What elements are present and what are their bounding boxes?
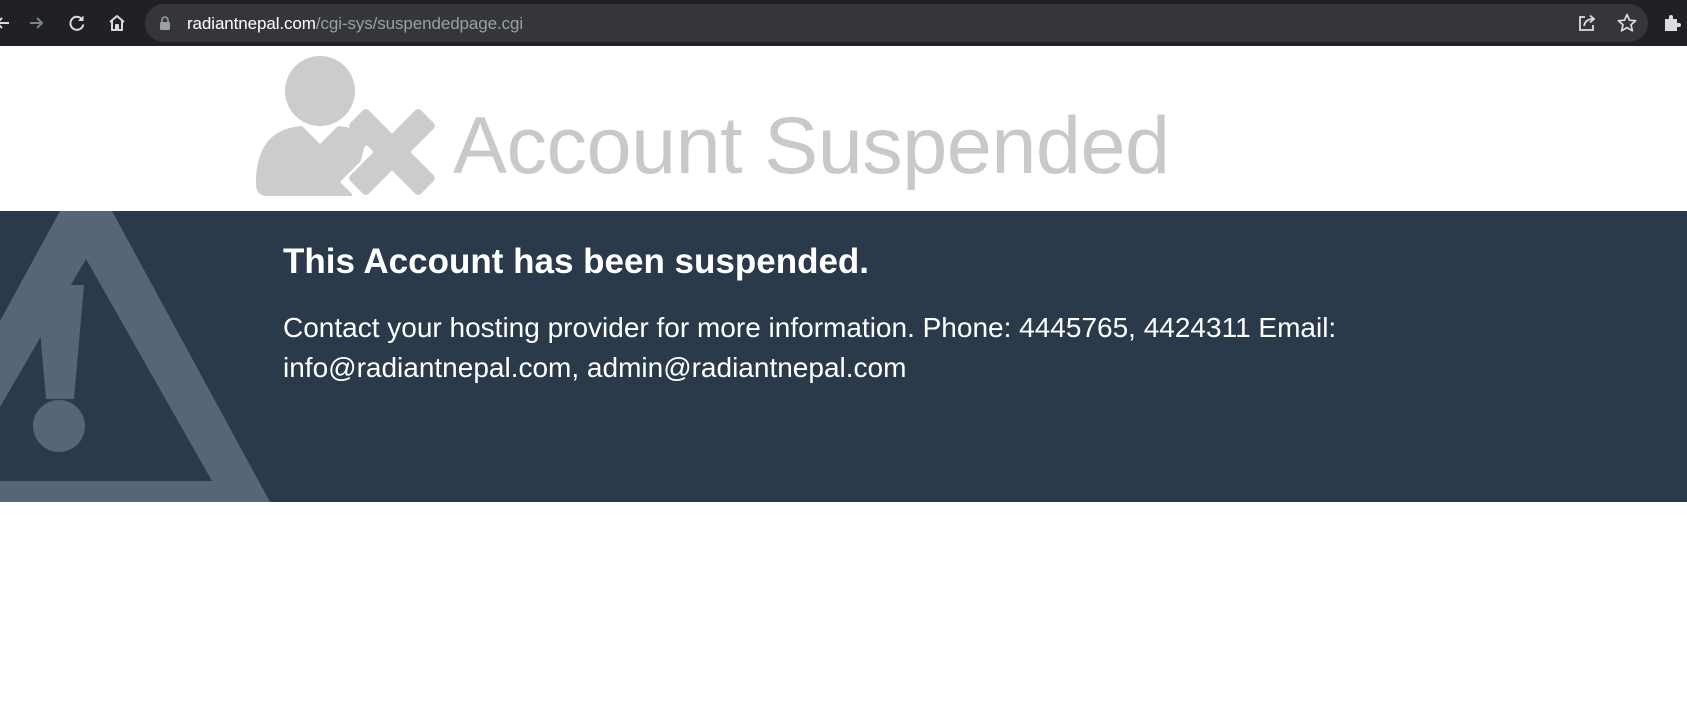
back-arrow-icon [0, 17, 9, 29]
lock-icon [160, 16, 170, 30]
address-bar[interactable]: radiantnepal.com/cgi-sys/suspendedpage.c… [145, 4, 1648, 42]
home-button[interactable] [102, 8, 132, 38]
suspension-banner: This Account has been suspended. Contact… [0, 211, 1687, 502]
bookmark-star-icon[interactable] [1616, 12, 1638, 34]
user-suspended-icon [256, 56, 442, 196]
puzzle-piece-icon [1665, 15, 1681, 31]
reload-button[interactable] [62, 8, 92, 38]
back-button[interactable] [0, 8, 18, 38]
page-header: Account Suspended [0, 46, 1687, 211]
forward-arrow-icon [30, 17, 44, 29]
suspension-heading: This Account has been suspended. [283, 242, 870, 281]
warning-triangle-icon [0, 211, 270, 502]
share-icon[interactable] [1576, 12, 1598, 34]
forward-button[interactable] [21, 8, 51, 38]
url-text: radiantnepal.com/cgi-sys/suspendedpage.c… [187, 14, 523, 34]
extensions-button[interactable] [1657, 8, 1687, 38]
url-path: /cgi-sys/suspendedpage.cgi [315, 14, 524, 33]
contact-message: Contact your hosting provider for more i… [283, 312, 1337, 383]
url-domain: radiantnepal.com [187, 14, 316, 33]
home-icon [109, 15, 125, 31]
browser-toolbar: radiantnepal.com/cgi-sys/suspendedpage.c… [0, 0, 1687, 46]
page-title: Account Suspended [453, 101, 1170, 191]
reload-icon [69, 15, 85, 31]
